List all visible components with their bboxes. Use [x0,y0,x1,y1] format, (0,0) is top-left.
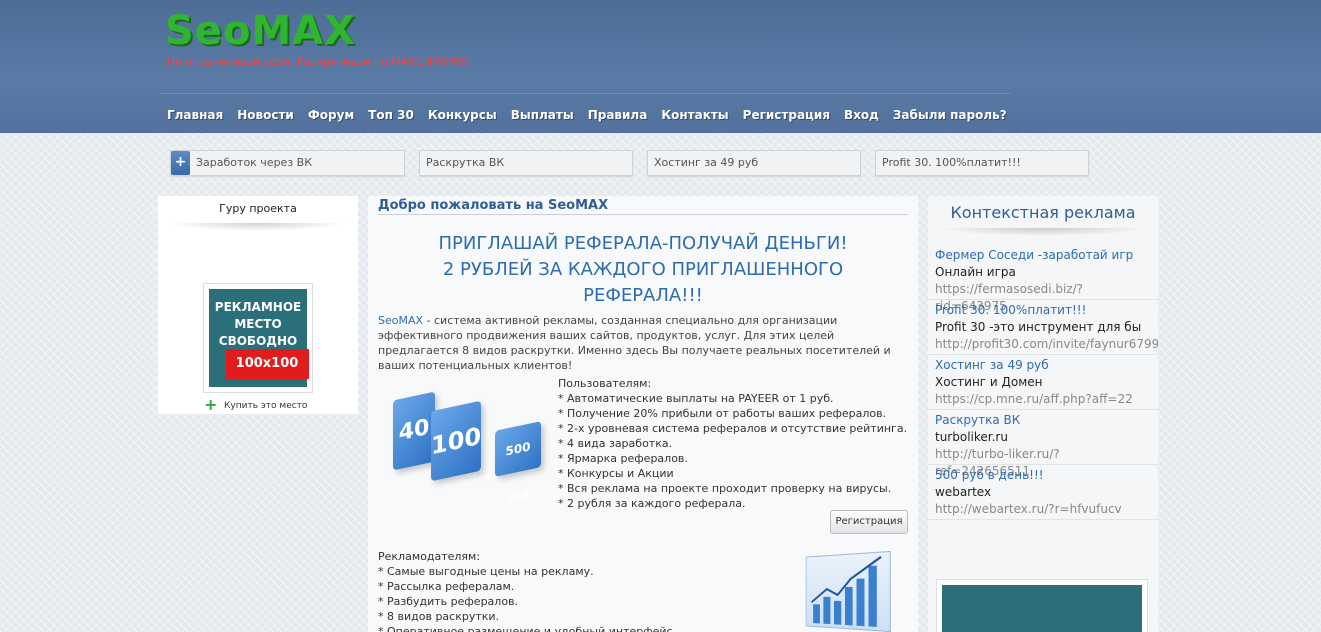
ad-description: webartex [935,485,992,499]
advertisers-benefits: Рекламодателям: * Самые выгодные цены на… [378,549,778,632]
ad-url[interactable]: https://cp.mne.ru/aff.php?aff=22 [935,391,1151,408]
nav-divider [160,93,1010,94]
nav-forum[interactable]: Форум [301,108,361,122]
buy-place-label: Купить это место [224,401,308,411]
list-item: * Самые выгодные цены на рекламу. [378,565,594,578]
nav-home[interactable]: Главная [160,108,230,122]
nav-payouts[interactable]: Выплаты [504,108,581,122]
intro-text: - система активной рекламы, созданная сп… [378,314,891,372]
main-nav: Главная Новости Форум Топ 30 Конкурсы Вы… [160,96,1014,133]
nav-top30[interactable]: Топ 30 [361,108,421,122]
list-item: * Вся реклама на проекте проходит провер… [558,482,892,495]
list-item: * 4 вида заработка. [558,437,673,450]
list-item[interactable]: Раскрутка ВК turboliker.ru http://turbo-… [928,410,1158,478]
intro-paragraph: SeoMAX - система активной рекламы, созда… [378,313,908,373]
intro-brand-link[interactable]: SeoMAX [378,314,423,327]
ad-url[interactable]: http://webartex.ru/?r=hfvufucv [935,501,1151,518]
ad-banner-image: РЕКЛАМНОЕ МЕСТО СВОБОДНО 100x100 [209,289,309,387]
site-logo[interactable]: SeoMAX [165,8,356,54]
main-content: Добро пожаловать на SeoMAX ПРИГЛАШАЙ РЕФ… [368,196,918,632]
context-ads-list: Фермер Соседи -заработай игр Онлайн игра… [928,245,1158,520]
nav-news[interactable]: Новости [230,108,301,122]
list-item: * Получение 20% прибыли от работы ваших … [558,407,887,420]
right-ad-banner[interactable] [936,579,1148,632]
ad-title-link[interactable]: Фермер Соседи -заработай игр [935,247,1151,264]
cubes-illustration: 40 100 500 350 [383,386,553,504]
banner-text-line: РЕКЛАМНОЕ [214,300,302,314]
list-item[interactable]: 500 руб в день!!! webartex http://webart… [928,465,1158,520]
ad-title-link[interactable]: 500 руб в день!!! [935,467,1151,484]
nav-register[interactable]: Регистрация [736,108,837,122]
nav-contacts[interactable]: Контакты [654,108,735,122]
list-item: * Конкурсы и Акции [558,467,674,480]
ad-url[interactable]: http://profit30.com/invite/faynur6799 [935,336,1158,353]
green-plus-icon: + [204,395,218,414]
right-sidebar: Контекстная реклама Фермер Соседи -зараб… [928,196,1158,632]
context-ads-divider [938,228,1148,236]
ad-description: Хостинг и Домен [935,375,1043,389]
cube-350-label: 350 [507,488,529,505]
advert-heading: Рекламодателям: [378,550,481,563]
list-item: * 8 видов раскрутки. [378,610,500,623]
list-item[interactable]: Фермер Соседи -заработай игр Онлайн игра… [928,245,1158,313]
ad-banner-slot[interactable]: РЕКЛАМНОЕ МЕСТО СВОБОДНО 100x100 [203,283,313,393]
cube-500-label: 500 [505,439,531,459]
context-ads-title: Контекстная реклама [950,203,1136,222]
left-sidebar: Гуру проекта РЕКЛАМНОЕ МЕСТО СВОБОДНО 10… [158,196,358,414]
nav-login[interactable]: Вход [837,108,886,122]
sidebar-title: Гуру проекта [219,202,297,215]
cube-500-350: 500 350 [495,421,541,504]
promo-heading: ПРИГЛАШАЙ РЕФЕРАЛА-ПОЛУЧАЙ ДЕНЬГИ! 2 РУБ… [368,231,918,309]
top-link-hosting[interactable]: Хостинг за 49 руб [647,150,861,176]
cube-100: 100 [431,400,481,482]
site-header: SeoMAX Не ограничивай себя. Раскручивай … [0,0,1321,133]
right-ad-banner-image [942,585,1142,632]
ad-description: turboliker.ru [935,430,1008,444]
growth-chart-icon [805,550,891,632]
top-link-profit30[interactable]: Profit 30. 100%платит!!! [875,150,1089,176]
list-item: * 2-х уровневая система рефералов и отсу… [558,422,908,435]
banner-text-line: МЕСТО [234,317,282,331]
add-link-icon[interactable]: + [171,151,190,175]
ad-description: Profit 30 -это инструмент для бы [935,320,1142,334]
list-item: * Оперативное размещение и удобный интер… [378,625,677,632]
users-benefits: Пользователям: * Автоматические выплаты … [558,376,908,511]
growth-chart-graphic [807,552,890,627]
top-links: + Заработок через ВК Раскрутка ВК Хостин… [170,150,1089,176]
list-item: * 2 рубля за каждого реферала. [558,497,746,510]
promo-line-1: ПРИГЛАШАЙ РЕФЕРАЛА-ПОЛУЧАЙ ДЕНЬГИ! [438,233,848,254]
ad-description: Онлайн игра [935,265,1016,279]
ad-title-link[interactable]: Profit 30. 100%платит!!! [935,302,1151,319]
list-item: * Разбудить рефералов. [378,595,519,608]
register-button[interactable]: Регистрация [830,510,908,534]
nav-contests[interactable]: Конкурсы [421,108,504,122]
banner-size-label: 100x100 [225,349,309,379]
list-item[interactable]: Profit 30. 100%платит!!! Profit 30 -это … [928,300,1158,355]
ad-title-link[interactable]: Раскрутка ВК [935,412,1151,429]
cube-40: 40 [393,391,435,471]
page-title: Добро пожаловать на SeoMAX [378,198,908,215]
users-heading: Пользователям: [558,377,652,390]
buy-place-link[interactable]: + Купить это место [204,395,308,414]
banner-text-line: СВОБОДНО [218,334,298,348]
list-item: * Автоматические выплаты на PAYEER от 1 … [558,392,834,405]
sidebar-divider [168,223,348,231]
nav-rules[interactable]: Правила [581,108,655,122]
top-link-label: Заработок через ВК [196,156,313,169]
top-link-vk-promotion[interactable]: Раскрутка ВК [419,150,633,176]
promo-line-2: 2 РУБЛЕЙ ЗА КАЖДОГО ПРИГЛАШЕННОГО РЕФЕРА… [442,259,844,306]
nav-forgot-password[interactable]: Забыли пароль? [886,108,1014,122]
top-link-vk-earnings[interactable]: + Заработок через ВК [170,150,405,176]
list-item: * Ярмарка рефералов. [558,452,688,465]
ad-title-link[interactable]: Хостинг за 49 руб [935,357,1151,374]
list-item: * Рассылка рефералам. [378,580,515,593]
list-item[interactable]: Хостинг за 49 руб Хостинг и Домен https:… [928,355,1158,410]
site-slogan: Не ограничивай себя. Раскручивай по МАКС… [167,55,469,68]
